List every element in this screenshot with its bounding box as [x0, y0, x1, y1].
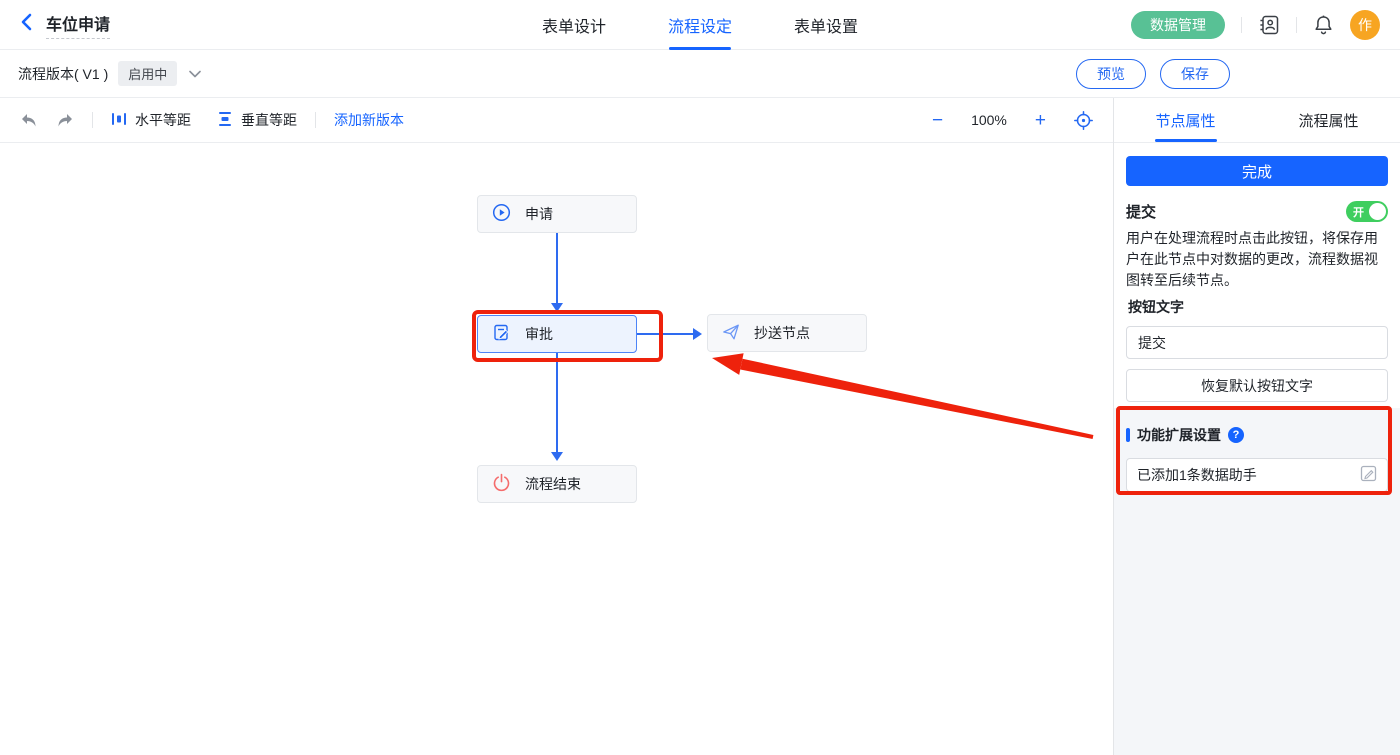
redo-icon[interactable]	[56, 112, 74, 128]
header-right-group: 数据管理 作	[1131, 10, 1380, 40]
horizontal-spacing-icon	[111, 111, 127, 130]
divider	[1296, 17, 1297, 33]
node-start[interactable]: 申请	[477, 195, 637, 233]
app-header: 车位申请 表单设计 流程设定 表单设置 数据管理 作	[0, 0, 1400, 50]
toggle-on-label: 开	[1353, 204, 1364, 220]
vertical-spacing-icon	[217, 111, 233, 130]
data-assistant-value: 已添加1条数据助手	[1137, 465, 1257, 485]
node-label: 申请	[525, 204, 553, 224]
chevron-down-icon[interactable]	[189, 70, 201, 78]
data-manage-button[interactable]: 数据管理	[1131, 11, 1225, 39]
connectors-and-annotations	[0, 143, 1113, 755]
vertical-spacing-button[interactable]: 垂直等距	[217, 110, 297, 130]
contact-book-icon[interactable]	[1258, 14, 1280, 36]
status-badge: 启用中	[118, 61, 177, 86]
node-approve[interactable]: 审批	[477, 315, 637, 353]
node-cc[interactable]: 抄送节点	[707, 314, 867, 352]
help-icon[interactable]: ?	[1228, 427, 1244, 443]
button-text-label: 按钮文字	[1126, 297, 1388, 317]
node-label: 抄送节点	[754, 323, 810, 343]
fit-view-icon[interactable]	[1074, 111, 1093, 130]
flow-canvas[interactable]: 申请 审批 抄送节	[0, 143, 1113, 755]
process-version-label: 流程版本( V1 )	[18, 64, 108, 84]
edit-icon[interactable]	[1360, 465, 1377, 485]
tab-form-setting[interactable]: 表单设置	[794, 0, 858, 50]
node-label: 流程结束	[525, 474, 581, 494]
version-actions: 预览 保存	[1076, 59, 1230, 89]
panel-body: 完成 提交 开 用户在处理流程时点击此按钮，将保存用户在此节点中对数据的更改，流…	[1114, 143, 1400, 755]
paper-plane-icon	[722, 323, 740, 344]
tab-node-properties[interactable]: 节点属性	[1114, 98, 1257, 142]
zoom-out-button[interactable]: −	[932, 111, 943, 130]
canvas-column: 水平等距 垂直等距 添加新版本 − 100% +	[0, 98, 1114, 755]
divider	[1241, 17, 1242, 33]
page-title: 车位申请	[46, 11, 110, 39]
toggle-knob	[1369, 203, 1386, 220]
extension-title: 功能扩展设置	[1137, 425, 1221, 445]
zoom-level: 100%	[971, 112, 1007, 128]
horizontal-spacing-label: 水平等距	[135, 110, 191, 130]
submit-toggle[interactable]: 开	[1346, 201, 1388, 222]
canvas-toolbar: 水平等距 垂直等距 添加新版本 − 100% +	[0, 98, 1113, 143]
back-icon	[20, 13, 32, 36]
tab-form-design[interactable]: 表单设计	[542, 0, 606, 50]
play-icon	[492, 203, 511, 225]
submit-description: 用户在处理流程时点击此按钮，将保存用户在此节点中对数据的更改，流程数据视图转至后…	[1126, 228, 1388, 291]
data-assistant-field[interactable]: 已添加1条数据助手	[1126, 458, 1388, 492]
submit-section-label: 提交	[1126, 201, 1156, 222]
back-button[interactable]	[20, 13, 32, 36]
tab-process-properties[interactable]: 流程属性	[1257, 98, 1400, 142]
notification-bell-icon[interactable]	[1313, 14, 1334, 36]
restore-default-button[interactable]: 恢复默认按钮文字	[1126, 369, 1388, 402]
zoom-in-button[interactable]: +	[1035, 111, 1046, 130]
power-icon	[492, 473, 511, 495]
save-button[interactable]: 保存	[1160, 59, 1230, 89]
undo-icon[interactable]	[20, 112, 38, 128]
panel-tabs: 节点属性 流程属性	[1114, 98, 1400, 143]
button-text-input[interactable]	[1126, 326, 1388, 359]
vertical-spacing-label: 垂直等距	[241, 110, 297, 130]
extension-section: 功能扩展设置 ? 已添加1条数据助手	[1114, 408, 1400, 755]
divider	[315, 112, 316, 128]
properties-panel: 节点属性 流程属性 完成 提交 开 用户在处理流程时点击此按钮，将保存用户在此节…	[1114, 98, 1400, 755]
preview-button[interactable]: 预览	[1076, 59, 1146, 89]
section-accent-bar	[1126, 428, 1130, 442]
node-label: 审批	[525, 324, 553, 344]
divider	[92, 112, 93, 128]
tab-process-setting[interactable]: 流程设定	[668, 0, 732, 50]
horizontal-spacing-button[interactable]: 水平等距	[111, 110, 191, 130]
version-bar: 流程版本( V1 ) 启用中 预览 保存	[0, 50, 1400, 98]
main-tabs: 表单设计 流程设定 表单设置	[542, 0, 858, 50]
add-version-button[interactable]: 添加新版本	[334, 110, 404, 130]
complete-button[interactable]: 完成	[1126, 156, 1388, 186]
node-end[interactable]: 流程结束	[477, 465, 637, 503]
zoom-controls: − 100% +	[932, 111, 1093, 130]
edit-doc-icon	[492, 323, 511, 345]
user-avatar[interactable]: 作	[1350, 10, 1380, 40]
